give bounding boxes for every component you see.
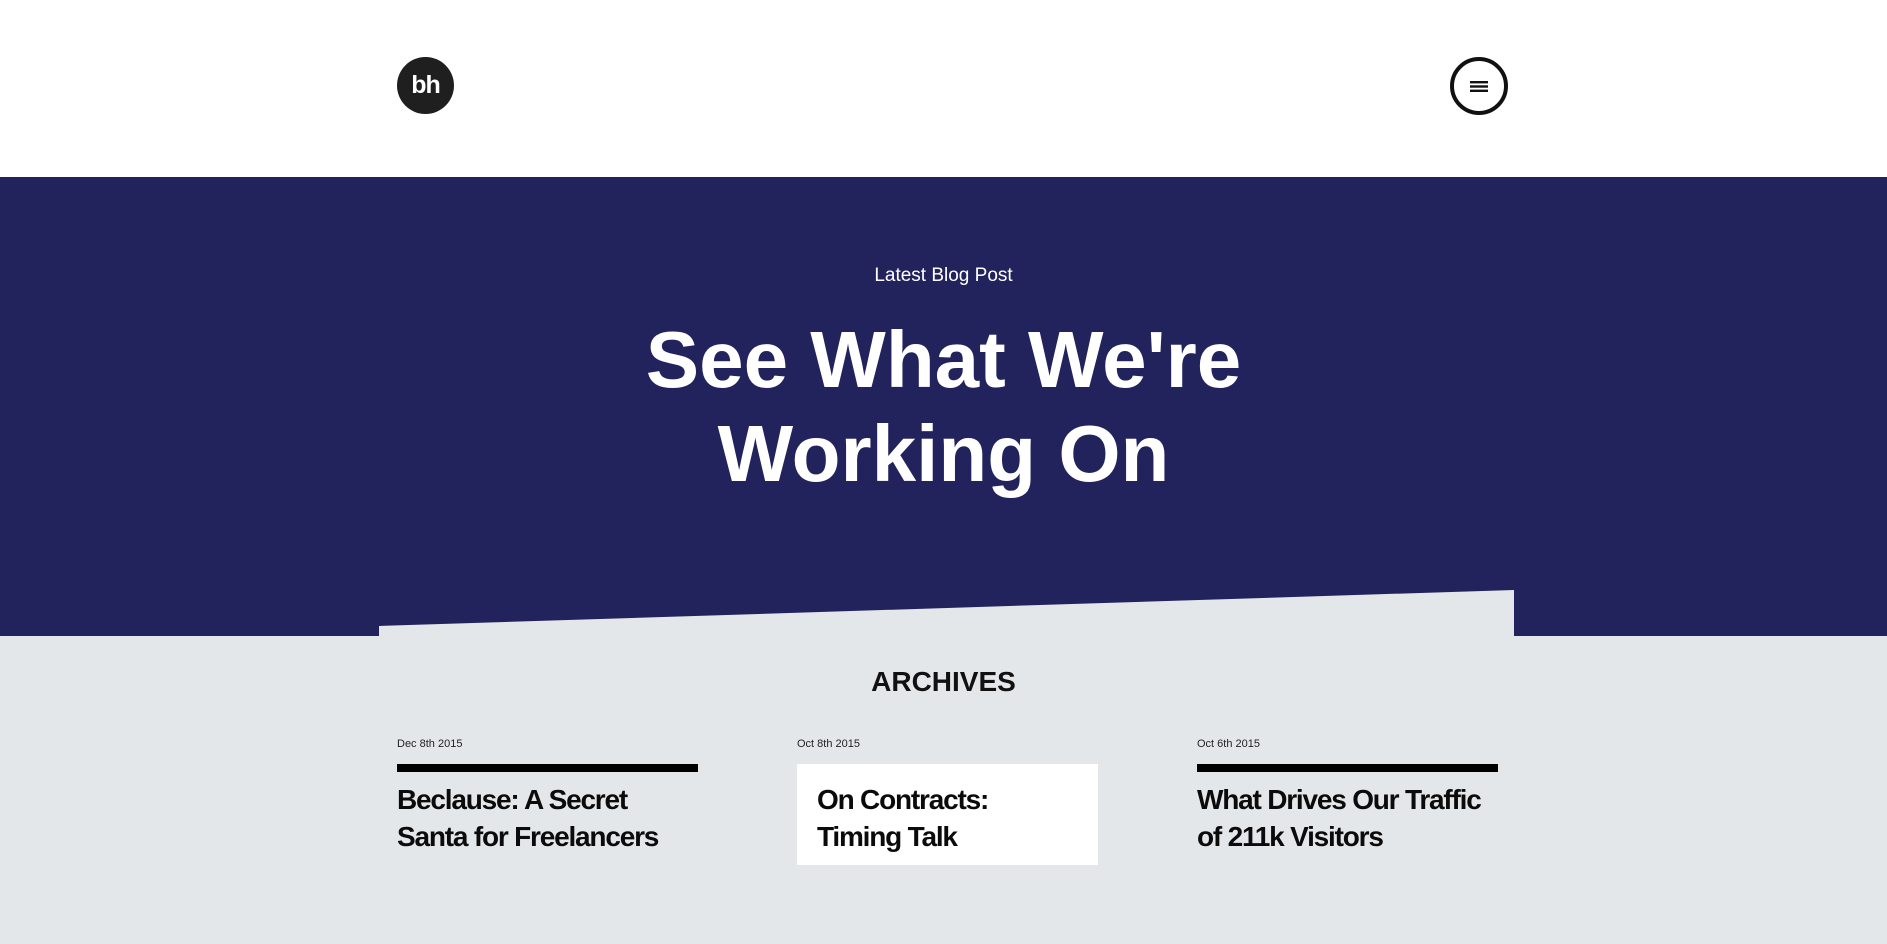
- site-header: bh: [0, 0, 1887, 177]
- post-link[interactable]: Beclause: A Secret Santa for Freelancers: [397, 764, 698, 855]
- post-date: Oct 8th 2015: [797, 738, 860, 750]
- post-title: What Drives Our Traffic of 211k Visitors: [1197, 784, 1482, 852]
- archives-heading: ARCHIVES: [871, 666, 1016, 697]
- hero-title: See What We're Working On: [0, 313, 1887, 501]
- hero-section: Latest Blog Post See What We're Working …: [0, 177, 1887, 636]
- post-date: Dec 8th 2015: [397, 738, 463, 750]
- post-link[interactable]: What Drives Our Traffic of 211k Visitors: [1197, 764, 1498, 855]
- post-title: On Contracts: Timing Talk: [817, 784, 989, 852]
- hero-title-line-2: Working On: [717, 409, 1170, 498]
- post-title: Beclause: A Secret Santa for Freelancers: [397, 784, 659, 852]
- archive-card: Dec 8th 2015 Beclause: A Secret Santa fo…: [397, 735, 698, 855]
- post-link[interactable]: On Contracts: Timing Talk: [797, 764, 1098, 865]
- menu-button[interactable]: [1450, 57, 1508, 115]
- archive-card: Oct 8th 2015 On Contracts: Timing Talk: [797, 735, 1098, 865]
- hero-label: Latest Blog Post: [874, 265, 1013, 286]
- post-date: Oct 6th 2015: [1197, 738, 1260, 750]
- hero-title-line-1: See What We're: [645, 315, 1242, 404]
- logo-text: bh: [411, 71, 441, 99]
- archive-card: Oct 6th 2015 What Drives Our Traffic of …: [1197, 735, 1498, 855]
- hamburger-menu-icon: [1470, 80, 1488, 92]
- logo[interactable]: bh: [397, 57, 454, 114]
